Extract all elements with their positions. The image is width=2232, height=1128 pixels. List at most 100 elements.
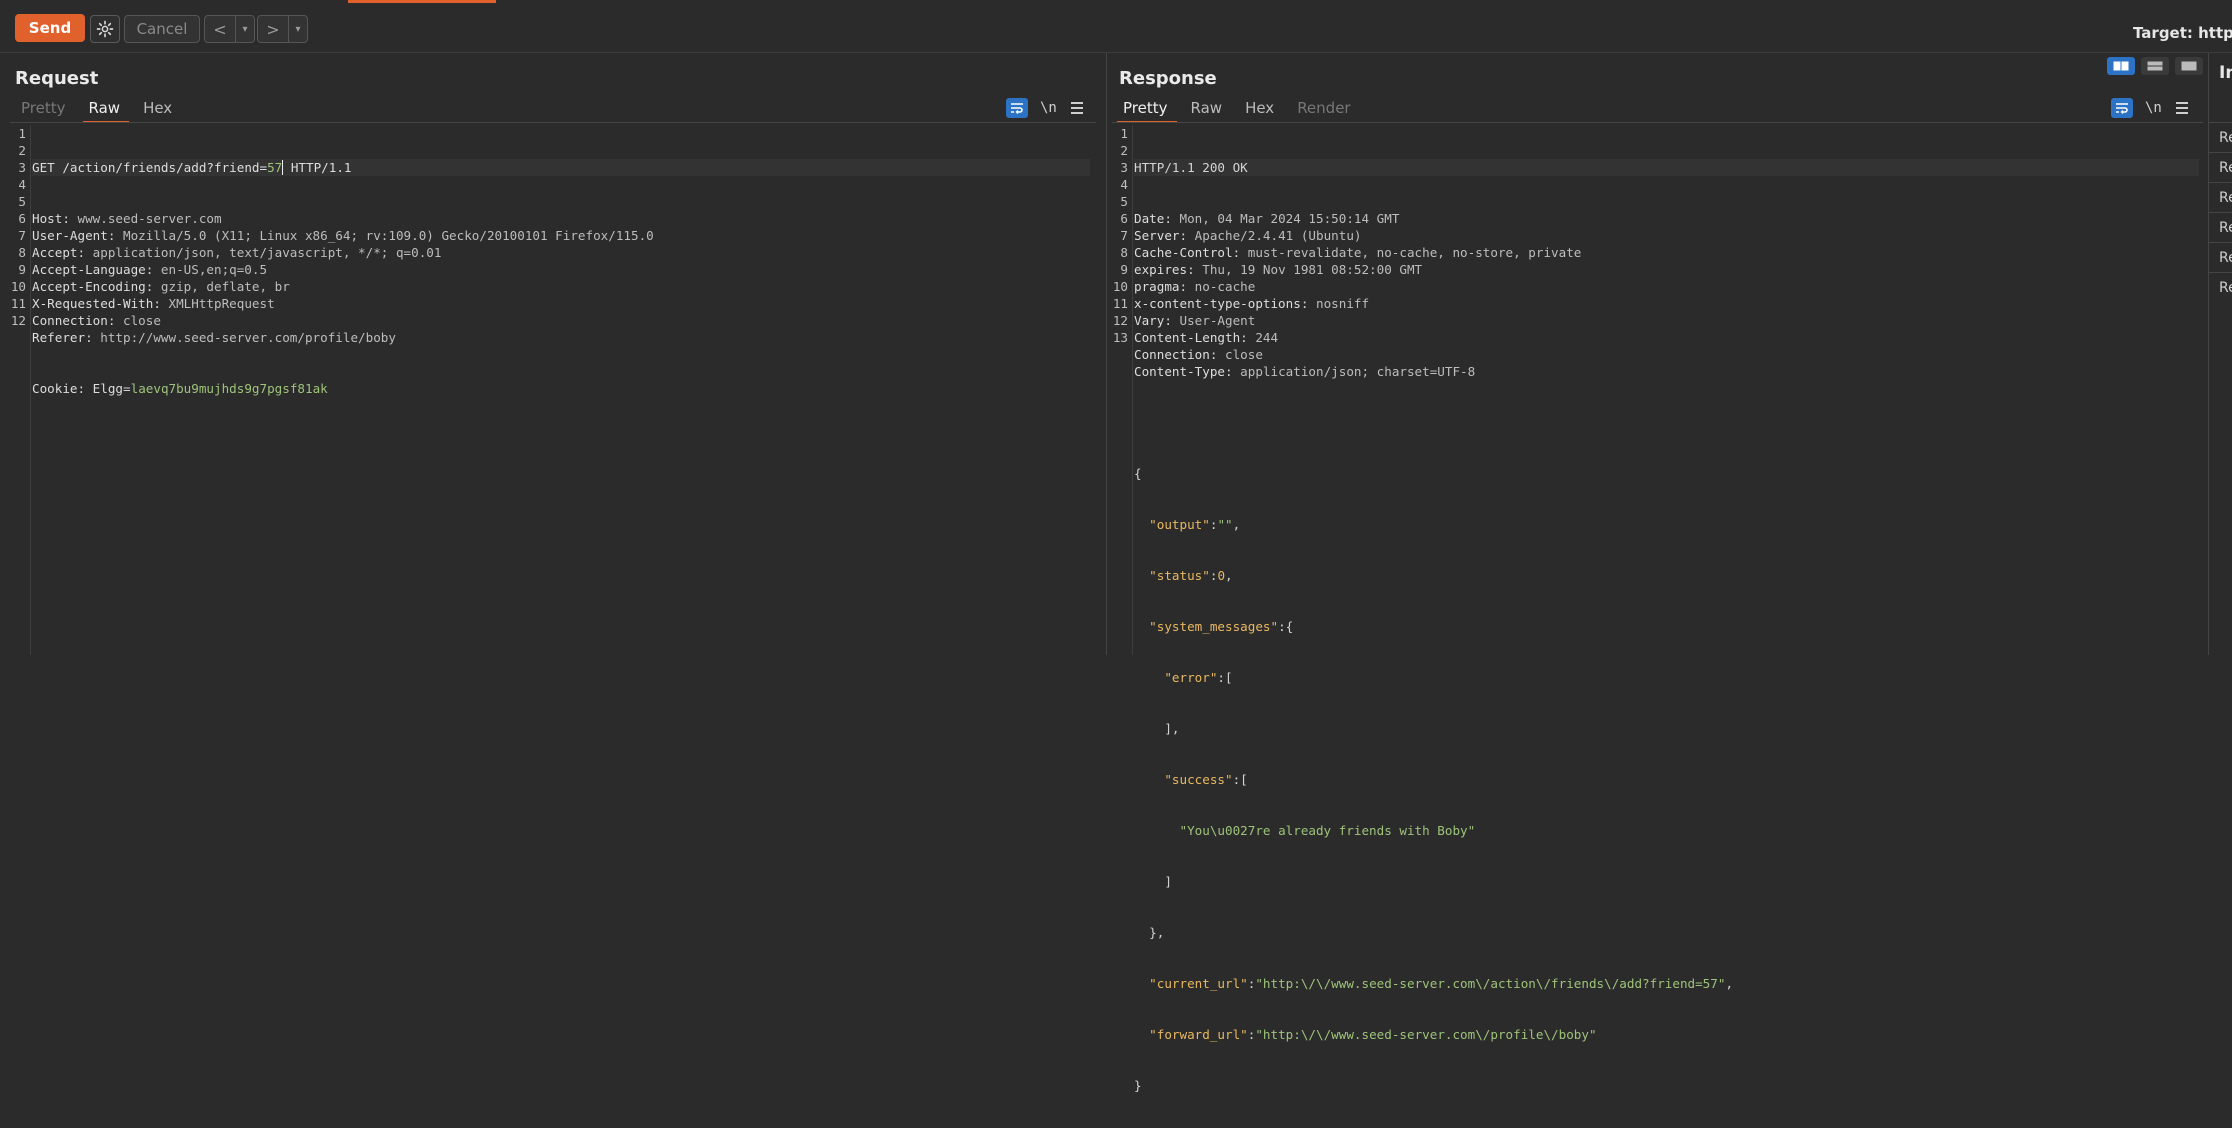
- inspector-section-item[interactable]: Re: [2219, 190, 2232, 206]
- json-open-brace: {: [1134, 466, 1142, 481]
- request-header-name: Connection: [32, 313, 108, 328]
- http-version: HTTP/1.1: [290, 160, 352, 175]
- response-header-value: Mon, 04 Mar 2024 15:50:14 GMT: [1179, 211, 1400, 226]
- request-line-numbers: 1 2 3 4 5 6 7 8 9 10 11 12: [0, 125, 26, 329]
- send-button[interactable]: Send: [15, 14, 85, 42]
- status-line: HTTP/1.1 200 OK: [1134, 159, 2199, 176]
- inspector-divider: [2209, 182, 2232, 183]
- show-newlines-icon[interactable]: \n: [1040, 100, 1057, 116]
- cancel-button[interactable]: Cancel: [124, 15, 200, 43]
- inspector-divider: [2209, 272, 2232, 273]
- editor-menu-icon[interactable]: [2175, 102, 2188, 114]
- response-tab-divider: [1112, 122, 2203, 123]
- response-tab-pretty[interactable]: Pretty: [1117, 97, 1177, 123]
- request-editor-controls: \n: [1006, 97, 1083, 119]
- request-header-value: http://www.seed-server.com/profile/boby: [100, 330, 396, 345]
- request-header-row: Referer: http://www.seed-server.com/prof…: [32, 330, 396, 345]
- request-header-name: X-Requested-With: [32, 296, 154, 311]
- wrap-lines-toggle[interactable]: [1006, 98, 1028, 118]
- response-text: HTTP/1.1 200 OK Date: Mon, 04 Mar 2024 1…: [1134, 125, 2199, 1128]
- response-editor-controls: \n: [2111, 97, 2188, 119]
- response-header-row: Content-Type: application/json; charset=…: [1134, 364, 1476, 379]
- response-line-number: 7: [1120, 228, 1128, 243]
- response-line-number: 9: [1120, 262, 1128, 277]
- session-cookie-value: laevq7bu9mujhds9g7pgsf81ak: [130, 381, 328, 396]
- back-button[interactable]: <: [205, 20, 235, 39]
- request-path: /action/friends/add?friend=: [62, 160, 268, 175]
- json-row: },: [1134, 925, 1165, 940]
- response-line-number: 11: [1112, 296, 1128, 311]
- response-header-row: pragma: no-cache: [1134, 279, 1256, 294]
- json-row: "system_messages":{: [1149, 619, 1294, 634]
- request-header-name: Accept-Language: [32, 262, 146, 277]
- forward-history-dropdown[interactable]: ▾: [288, 16, 307, 42]
- response-header-row: Server: Apache/2.4.41 (Ubuntu): [1134, 228, 1362, 243]
- response-header-value: Apache/2.4.41 (Ubuntu): [1194, 228, 1362, 243]
- json-row: ],: [1134, 721, 1180, 736]
- inspector-divider: [2209, 212, 2232, 213]
- settings-button[interactable]: [90, 15, 120, 43]
- inspector-section-item[interactable]: Re: [2219, 160, 2232, 176]
- success-message: "You\u0027re already friends with Boby": [1179, 823, 1476, 838]
- show-newlines-icon[interactable]: \n: [2145, 100, 2162, 116]
- response-line-number: 1: [1120, 126, 1128, 141]
- request-line-number: 7: [18, 228, 26, 243]
- request-line-number: 3: [18, 160, 26, 175]
- response-line-number: 8: [1120, 245, 1128, 260]
- response-line-number: 13: [1112, 330, 1128, 345]
- request-tab-divider: [10, 122, 1096, 123]
- request-title: Request: [15, 68, 99, 89]
- request-line-number: 4: [18, 177, 26, 192]
- request-tab-pretty[interactable]: Pretty: [15, 97, 75, 119]
- layout-stacked-button[interactable]: [2141, 57, 2169, 75]
- request-header-value: application/json, text/javascript, */*; …: [92, 245, 442, 260]
- request-header-name: Accept: [32, 245, 78, 260]
- json-row: "error":[: [1164, 670, 1233, 685]
- request-tab-hex[interactable]: Hex: [137, 97, 181, 119]
- layout-side-by-side-button[interactable]: [2107, 57, 2135, 75]
- request-line-number: 12: [10, 313, 26, 328]
- forward-button[interactable]: >: [258, 20, 288, 39]
- response-header-value: no-cache: [1194, 279, 1256, 294]
- request-header-value: Mozilla/5.0 (X11; Linux x86_64; rv:109.0…: [123, 228, 654, 243]
- response-header-row: Date: Mon, 04 Mar 2024 15:50:14 GMT: [1134, 211, 1400, 226]
- response-header-name: Content-Length: [1134, 330, 1241, 345]
- response-tab-raw[interactable]: Raw: [1185, 97, 1232, 119]
- request-header-value: en-US,en;q=0.5: [160, 262, 268, 277]
- inspector-section-item[interactable]: Re: [2219, 130, 2232, 146]
- back-history-dropdown[interactable]: ▾: [235, 16, 254, 42]
- inspector-divider: [2209, 152, 2232, 153]
- json-row: "forward_url":"http:\/\/www.seed-server.…: [1149, 1027, 1597, 1042]
- response-header-value: close: [1225, 347, 1263, 362]
- response-header-row: expires: Thu, 19 Nov 1981 08:52:00 GMT: [1134, 262, 1423, 277]
- response-header-name: pragma: [1134, 279, 1180, 294]
- target-label[interactable]: Target: http://: [2133, 24, 2232, 42]
- inspector-section-item[interactable]: Re: [2219, 220, 2232, 236]
- inspector-section-item[interactable]: Re: [2219, 250, 2232, 266]
- request-line: GET /action/friends/add?friend=57 HTTP/1…: [32, 159, 1090, 176]
- response-header-name: Server: [1134, 228, 1180, 243]
- request-header-value: gzip, deflate, br: [160, 279, 290, 294]
- response-pane: Response Pretty Raw Hex Render \n 123456…: [1107, 53, 2208, 1093]
- text-caret: [282, 160, 284, 175]
- request-tab-raw[interactable]: Raw: [82, 97, 130, 123]
- response-tab-render[interactable]: Render: [1291, 97, 1359, 119]
- response-header-row: Vary: User-Agent: [1134, 313, 1256, 328]
- layout-single-button[interactable]: [2175, 57, 2203, 75]
- wrap-lines-toggle[interactable]: [2111, 98, 2133, 118]
- request-header-row: Connection: close: [32, 313, 161, 328]
- response-line-number: 12: [1112, 313, 1128, 328]
- forward-button-group: > ▾: [257, 15, 308, 43]
- response-tab-hex[interactable]: Hex: [1239, 97, 1283, 119]
- json-close-brace: }: [1134, 1078, 1142, 1093]
- editor-menu-icon[interactable]: [1070, 102, 1083, 114]
- wrap-lines-icon: [2116, 103, 2128, 114]
- request-header-value: www.seed-server.com: [77, 211, 222, 226]
- request-line-number: 1: [18, 126, 26, 141]
- rows-icon: [2147, 61, 2163, 71]
- request-line-number: 11: [10, 296, 26, 311]
- json-row: "status":0,: [1149, 568, 1233, 583]
- request-line-number: 8: [18, 245, 26, 260]
- active-top-tab-indicator[interactable]: [348, 0, 496, 3]
- inspector-section-item[interactable]: Re: [2219, 280, 2232, 296]
